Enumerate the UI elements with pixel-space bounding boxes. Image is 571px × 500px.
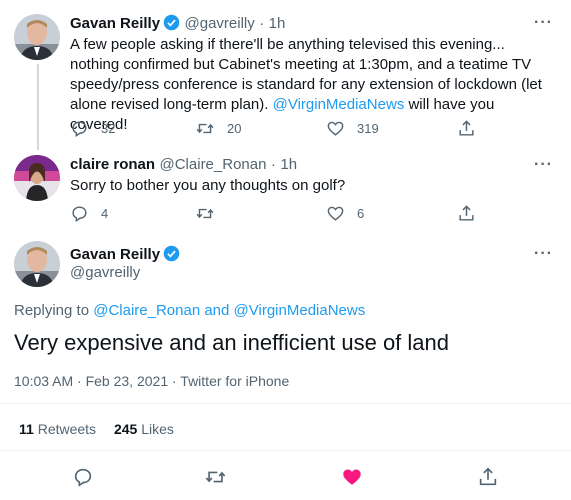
retweet-count: 20	[227, 121, 242, 136]
likes-count: 245	[113, 421, 138, 437]
avatar-gavreilly[interactable]	[14, 241, 60, 287]
replying-and: and	[200, 302, 234, 319]
divider	[0, 403, 571, 404]
retweet-button[interactable]	[195, 204, 227, 223]
like-button[interactable]: 6	[326, 204, 364, 223]
reply-button[interactable]	[72, 466, 94, 488]
reply-count: 4	[101, 206, 109, 221]
share-icon	[459, 120, 474, 136]
tweet-text: A few people asking if there'll be anyth…	[70, 35, 550, 135]
reply-icon	[72, 206, 87, 222]
retweet-icon	[205, 471, 226, 483]
retweets-stat[interactable]: 11 Retweets	[19, 421, 96, 437]
divider	[0, 450, 571, 451]
more-icon[interactable]: ···	[534, 14, 553, 32]
reply-button[interactable]: 32	[70, 119, 115, 138]
mention-link[interactable]: @VirginMediaNews	[273, 96, 405, 113]
likes-label: Likes	[141, 421, 174, 437]
author-handle[interactable]: @gavreilly	[185, 15, 255, 32]
verified-icon	[163, 245, 180, 262]
timestamp-text[interactable]: 10:03 AM · Feb 23, 2021 ·	[14, 373, 180, 389]
reply-button[interactable]: 4	[70, 204, 108, 223]
author-name[interactable]: claire ronan	[70, 156, 155, 173]
avatar-claire-ronan[interactable]	[14, 155, 60, 201]
retweet-icon	[196, 123, 214, 134]
tweet-time[interactable]: 1h	[269, 15, 286, 32]
author-name[interactable]: Gavan Reilly	[70, 15, 160, 32]
avatar-gavreilly[interactable]	[14, 14, 60, 60]
more-icon[interactable]: ···	[534, 156, 553, 174]
likes-stat[interactable]: 245 Likes	[114, 421, 174, 437]
share-button[interactable]	[457, 204, 476, 223]
replying-prefix: Replying to	[14, 302, 94, 319]
engagement-stats: 11 Retweets 245 Likes	[19, 421, 174, 437]
tweet-timestamp: 10:03 AM · Feb 23, 2021 · Twitter for iP…	[14, 373, 289, 389]
like-count: 319	[357, 121, 379, 136]
separator: ·	[259, 15, 265, 32]
like-button[interactable]: 319	[326, 119, 379, 138]
retweet-icon	[196, 208, 214, 219]
reply-count: 32	[101, 121, 116, 136]
reply-icon	[72, 121, 87, 137]
like-icon	[343, 469, 361, 485]
like-button[interactable]	[341, 466, 363, 488]
share-icon	[479, 467, 497, 486]
retweets-label: Retweets	[37, 421, 97, 437]
verified-icon	[163, 14, 180, 31]
replying-to: Replying to @Claire_Ronan and @VirginMed…	[14, 302, 365, 319]
reply-icon	[74, 468, 92, 487]
retweet-button[interactable]	[204, 466, 227, 488]
share-icon	[459, 205, 474, 221]
thread-line	[37, 64, 39, 150]
author-name[interactable]: Gavan Reilly	[70, 246, 160, 263]
author-handle[interactable]: @gavreilly	[70, 264, 140, 281]
author-handle[interactable]: @Claire_Ronan	[160, 156, 267, 173]
tweet-text: Sorry to bother you any thoughts on golf…	[70, 177, 346, 194]
retweets-count: 11	[19, 421, 34, 437]
separator: ·	[270, 156, 276, 173]
like-icon	[327, 206, 344, 221]
share-button[interactable]	[457, 119, 476, 138]
replying-user-link[interactable]: @VirginMediaNews	[234, 302, 366, 319]
tweet-time[interactable]: 1h	[280, 156, 297, 173]
main-tweet-text: Very expensive and an inefficient use of…	[14, 330, 450, 355]
like-icon	[327, 121, 344, 136]
more-icon[interactable]: ···	[534, 245, 553, 263]
retweet-button[interactable]: 20	[195, 119, 241, 138]
replying-user-link[interactable]: @Claire_Ronan	[93, 302, 200, 319]
like-count: 6	[357, 206, 365, 221]
share-button[interactable]	[477, 466, 499, 488]
tweet-source[interactable]: Twitter for iPhone	[180, 373, 289, 389]
